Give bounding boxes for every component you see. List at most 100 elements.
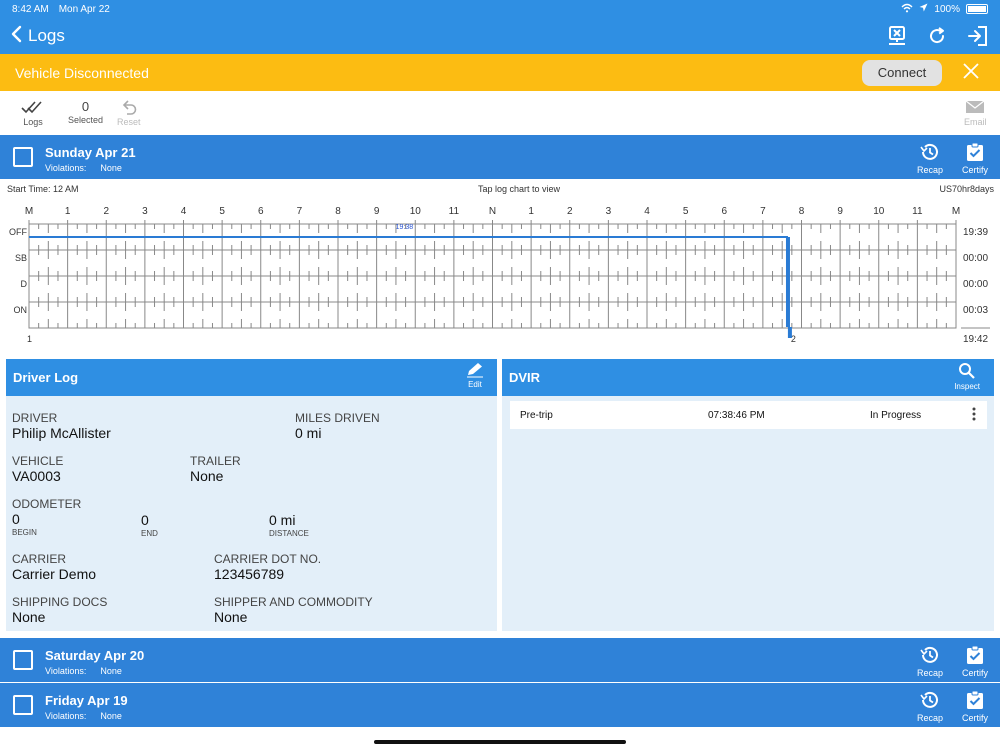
trailer-field: TRAILER None xyxy=(190,454,241,484)
recap-label: Recap xyxy=(916,713,943,723)
status-total: 00:03 xyxy=(963,305,988,316)
vehicle-field: VEHICLE VA0003 xyxy=(12,454,63,484)
driver-value: Philip McAllister xyxy=(12,425,111,441)
start-time: Start Time: 12 AM xyxy=(7,184,79,194)
day-row-sunday[interactable]: Sunday Apr 21 Violations: None Recap Cert… xyxy=(0,135,1000,179)
dot-label: CARRIER DOT NO. xyxy=(214,552,322,566)
recap-button[interactable]: Recap xyxy=(910,690,950,723)
log-chart[interactable]: M 1 2 3 4 5 6 7 8 9 10 11 N 1 2 3 4 5 6 7 8 9 10 11 M OFF 19:39 SB 0… xyxy=(0,202,1000,350)
odometer-begin-value: 0 xyxy=(12,511,20,527)
clipboard-check-icon xyxy=(965,142,985,165)
hour-label: M xyxy=(25,206,33,217)
day-title: Saturday Apr 20 xyxy=(45,648,145,663)
certify-label: Certify xyxy=(961,713,988,723)
shipping-docs-label: SHIPPING DOCS xyxy=(12,595,108,609)
status-label: D xyxy=(21,279,28,289)
hour-label: 11 xyxy=(449,206,460,217)
location-icon xyxy=(919,3,928,15)
hour-label: 2 xyxy=(567,206,573,217)
connect-button[interactable]: Connect xyxy=(862,59,942,86)
shipper-label: SHIPPER AND COMMODITY xyxy=(214,595,373,609)
logout-icon[interactable] xyxy=(966,24,990,48)
status-total: 19:39 xyxy=(963,227,988,238)
dvir-row[interactable]: Pre-trip 07:38:46 PM In Progress xyxy=(510,401,987,429)
recap-button[interactable]: Recap xyxy=(910,142,950,175)
day-row-saturday[interactable]: Saturday Apr 20 Violations: None Recap Ce… xyxy=(0,638,1000,682)
odometer-field: ODOMETER 0 BEGIN xyxy=(12,497,81,537)
status-total: 00:00 xyxy=(963,253,988,264)
inspect-button[interactable]: Inspect xyxy=(954,362,980,391)
recap-button[interactable]: Recap xyxy=(910,645,950,678)
status-label: SB xyxy=(15,253,27,263)
hour-label: 5 xyxy=(683,206,689,217)
shipping-docs-value: None xyxy=(12,609,46,625)
hour-label: 6 xyxy=(721,206,727,217)
battery-percent: 100% xyxy=(934,3,960,15)
edit-button[interactable]: Edit xyxy=(465,362,485,389)
odometer-distance: 0 mi DISTANCE xyxy=(269,512,309,538)
carrier-label: CARRIER xyxy=(12,552,67,566)
dismiss-banner-button[interactable] xyxy=(942,63,1000,82)
recap-label: Recap xyxy=(916,165,943,175)
email-icon xyxy=(965,99,985,117)
day-checkbox[interactable] xyxy=(13,147,33,167)
carrier-field: CARRIER Carrier Demo xyxy=(12,552,96,582)
trailer-label: TRAILER xyxy=(190,454,241,468)
hour-label: 7 xyxy=(760,206,766,217)
dot-value: 123456789 xyxy=(214,566,285,582)
clipboard-check-icon xyxy=(965,645,985,668)
refresh-icon[interactable] xyxy=(926,25,948,47)
logs-tool-button[interactable]: Logs xyxy=(20,99,46,127)
violations-label: Violations: xyxy=(45,163,87,173)
certify-button[interactable]: Certify xyxy=(955,142,995,175)
hour-label: 10 xyxy=(410,206,422,217)
dvir-title: DVIR xyxy=(509,370,541,385)
recap-label: Recap xyxy=(916,668,943,678)
logs-toolbar: Logs 0 Selected Reset Email xyxy=(0,91,1000,135)
hour-label: 10 xyxy=(873,206,885,217)
day-checkbox[interactable] xyxy=(13,695,33,715)
disconnect-device-icon[interactable] xyxy=(886,25,908,47)
dvir-type: Pre-trip xyxy=(520,410,553,421)
dvir-header: DVIR Inspect xyxy=(502,359,994,396)
day-title: Sunday Apr 21 xyxy=(45,145,136,160)
odometer-label: ODOMETER xyxy=(12,497,82,511)
more-vertical-icon[interactable] xyxy=(972,407,976,424)
logs-tool-label: Logs xyxy=(23,117,43,127)
hour-label: 5 xyxy=(219,206,225,217)
selected-count: 0 Selected xyxy=(68,99,103,125)
chart-info: Start Time: 12 AM Tap log chart to view … xyxy=(0,180,1000,202)
hour-label: 9 xyxy=(374,206,380,217)
reset-button[interactable]: Reset xyxy=(117,99,141,127)
dvir-time: 07:38:46 PM xyxy=(708,410,765,421)
miles-field: MILES DRIVEN 0 mi xyxy=(295,411,380,441)
history-icon xyxy=(919,142,941,165)
dvir-panel: DVIR Inspect Pre-trip 07:38:46 PM In Pro… xyxy=(502,359,994,631)
certify-label: Certify xyxy=(961,165,988,175)
odometer-distance-label: DISTANCE xyxy=(269,529,309,538)
close-icon xyxy=(963,63,979,82)
certify-button[interactable]: Certify xyxy=(955,645,995,678)
trailer-value: None xyxy=(190,468,224,484)
odometer-end-value: 0 xyxy=(141,512,149,528)
hour-label: 2 xyxy=(103,206,109,217)
nav-bar: Logs xyxy=(0,18,1000,54)
odometer-end-label: END xyxy=(141,529,158,538)
status-label: OFF xyxy=(9,227,27,237)
email-button[interactable]: Email xyxy=(964,99,987,127)
vehicle-disconnected-banner: Vehicle Disconnected Connect xyxy=(0,54,1000,91)
day-checkbox[interactable] xyxy=(13,650,33,670)
violations-value: None xyxy=(100,711,122,721)
home-indicator[interactable] xyxy=(374,740,626,744)
certify-button[interactable]: Certify xyxy=(955,690,995,723)
miles-label: MILES DRIVEN xyxy=(295,411,380,425)
day-row-friday[interactable]: Friday Apr 19 Violations: None Recap Cert… xyxy=(0,683,1000,727)
banner-message: Vehicle Disconnected xyxy=(15,64,149,81)
status-bar: 8:42 AM Mon Apr 22 100% xyxy=(0,0,1000,18)
vehicle-label: VEHICLE xyxy=(12,454,64,468)
miles-value: 0 mi xyxy=(295,425,322,441)
selected-count-value: 0 xyxy=(81,99,90,114)
off-marker-label: 19:38 xyxy=(396,224,414,231)
chevron-left-icon xyxy=(10,25,22,48)
back-button[interactable]: Logs xyxy=(0,25,65,48)
